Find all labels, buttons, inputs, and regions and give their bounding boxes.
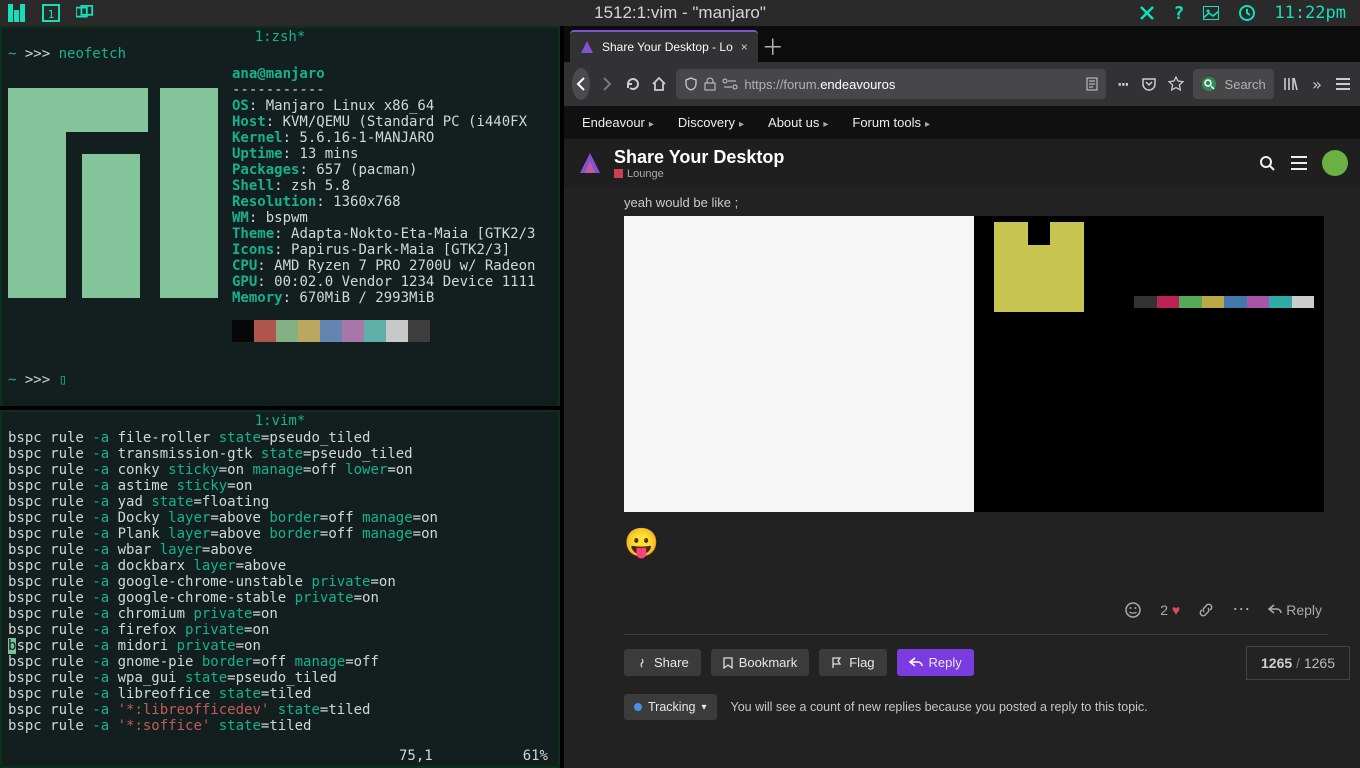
topic-button-row: Share Bookmark Flag Reply bbox=[624, 649, 1328, 676]
flag-button[interactable]: Flag bbox=[819, 649, 886, 676]
share-link-icon[interactable] bbox=[1198, 602, 1214, 618]
user-avatar[interactable] bbox=[1322, 150, 1348, 176]
lock-icon[interactable] bbox=[704, 77, 716, 91]
workspace-1-icon[interactable]: 1 bbox=[42, 4, 60, 22]
help-icon[interactable]: ? bbox=[1174, 3, 1185, 24]
neofetch-output: ana@manjaro ----------- OS: Manjaro Linu… bbox=[232, 66, 535, 342]
browser-tab-active[interactable]: Share Your Desktop - Lo × bbox=[570, 30, 758, 62]
image-icon[interactable] bbox=[1202, 4, 1220, 22]
manjaro-logo-icon[interactable] bbox=[8, 4, 26, 22]
site-favicon-icon bbox=[580, 40, 594, 54]
windows-overview-icon[interactable] bbox=[76, 4, 94, 22]
firefox-window: Share Your Desktop - Lo × ＋ https://foru… bbox=[564, 26, 1360, 768]
zsh-tab-label: 1:zsh* bbox=[2, 28, 558, 46]
shield-icon[interactable] bbox=[684, 77, 698, 91]
bookmark-star-icon[interactable] bbox=[1166, 68, 1184, 100]
more-actions-icon[interactable]: ⋯ bbox=[1232, 599, 1250, 620]
terminal-zsh[interactable]: 1:zsh* ~ >>> neofetch ana@manjaro ------… bbox=[0, 26, 560, 406]
browser-nav-bar: https://forum.endeavouros ⋯ Search » bbox=[564, 62, 1360, 106]
forum-search-icon[interactable] bbox=[1258, 154, 1276, 172]
reply-button[interactable]: Reply bbox=[897, 649, 974, 676]
tracking-help-text: You will see a count of new replies beca… bbox=[731, 700, 1148, 714]
emoji-reaction: 😛 bbox=[624, 526, 1328, 559]
page-actions-icon[interactable]: ⋯ bbox=[1114, 68, 1132, 100]
page-content: Endeavour▸ Discovery▸ About us▸ Forum tools… bbox=[564, 106, 1360, 768]
neofetch-logo-icon bbox=[8, 66, 218, 296]
pocket-icon[interactable] bbox=[1140, 68, 1158, 100]
browser-tabstrip: Share Your Desktop - Lo × ＋ bbox=[564, 26, 1360, 62]
chevron-down-icon: ▾ bbox=[701, 702, 706, 713]
topic-category[interactable]: Lounge bbox=[614, 168, 784, 180]
permissions-icon[interactable] bbox=[722, 78, 738, 90]
tab-close-icon[interactable]: × bbox=[741, 40, 748, 54]
site-top-nav: Endeavour▸ Discovery▸ About us▸ Forum tools… bbox=[564, 106, 1360, 139]
tracking-button[interactable]: Tracking▾ bbox=[624, 694, 717, 720]
clock-time: 11:22pm bbox=[1274, 3, 1346, 23]
site-nav-item[interactable]: Endeavour▸ bbox=[582, 115, 654, 130]
close-icon[interactable] bbox=[1138, 4, 1156, 22]
vim-buffer[interactable]: bspc rule -a file-roller state=pseudo_ti… bbox=[2, 430, 558, 734]
category-color-icon bbox=[614, 169, 623, 178]
url-bar[interactable]: https://forum.endeavouros bbox=[676, 69, 1106, 99]
post-embedded-image[interactable] bbox=[624, 216, 1324, 512]
top-taskbar: 1 1512:1:vim - "manjaro" ? 11:22pm bbox=[0, 0, 1360, 26]
nav-reload-button[interactable] bbox=[624, 68, 642, 100]
prompt-line-1: ~ >>> neofetch bbox=[2, 46, 558, 62]
svg-text:1: 1 bbox=[48, 8, 55, 21]
new-tab-button[interactable]: ＋ bbox=[758, 30, 788, 62]
color-swatches bbox=[232, 320, 535, 342]
emoji-picker-icon[interactable] bbox=[1124, 601, 1142, 619]
browser-search-bar[interactable]: Search bbox=[1193, 69, 1274, 99]
post-text: yeah would be like ; bbox=[624, 195, 1328, 210]
vim-status-line: 75,161% bbox=[399, 748, 548, 764]
site-nav-item[interactable]: About us▸ bbox=[768, 115, 828, 130]
post-action-bar: 2 ♥ ⋯ Reply bbox=[624, 581, 1328, 635]
like-count[interactable]: 2 ♥ bbox=[1160, 602, 1180, 618]
clock-icon[interactable] bbox=[1238, 4, 1256, 22]
nav-forward-button[interactable] bbox=[598, 68, 616, 100]
library-icon[interactable] bbox=[1282, 68, 1300, 100]
hamburger-menu-icon[interactable] bbox=[1334, 68, 1352, 100]
search-placeholder: Search bbox=[1225, 77, 1266, 92]
reader-mode-icon[interactable] bbox=[1086, 77, 1098, 91]
nav-back-button[interactable] bbox=[572, 68, 590, 100]
site-nav-item[interactable]: Discovery▸ bbox=[678, 115, 744, 130]
tab-title: Share Your Desktop - Lo bbox=[602, 40, 733, 54]
tracking-dot-icon bbox=[634, 703, 642, 711]
overflow-icon[interactable]: » bbox=[1308, 68, 1326, 100]
url-text: https://forum.endeavouros bbox=[744, 77, 895, 92]
topic-title[interactable]: Share Your Desktop bbox=[614, 147, 784, 168]
site-nav-item[interactable]: Forum tools▸ bbox=[852, 115, 930, 130]
terminal-vim[interactable]: 1:vim* bspc rule -a file-roller state=ps… bbox=[0, 410, 560, 768]
window-title: 1512:1:vim - "manjaro" bbox=[594, 3, 766, 23]
forum-menu-icon[interactable] bbox=[1290, 155, 1308, 171]
prompt-line-2: ~ >>> ▯ bbox=[2, 372, 558, 388]
forum-header: Share Your Desktop Lounge bbox=[564, 139, 1360, 187]
reply-link[interactable]: Reply bbox=[1268, 602, 1322, 618]
nav-home-button[interactable] bbox=[650, 68, 668, 100]
share-button[interactable]: Share bbox=[624, 649, 701, 676]
topic-progress[interactable]: 1265 / 1265 bbox=[1246, 646, 1350, 680]
bookmark-button[interactable]: Bookmark bbox=[711, 649, 810, 676]
tracking-row: Tracking▾ You will see a count of new re… bbox=[624, 694, 1328, 720]
search-engine-icon bbox=[1201, 76, 1217, 92]
vim-tab-label: 1:vim* bbox=[2, 412, 558, 430]
forum-logo-icon[interactable] bbox=[576, 149, 604, 177]
